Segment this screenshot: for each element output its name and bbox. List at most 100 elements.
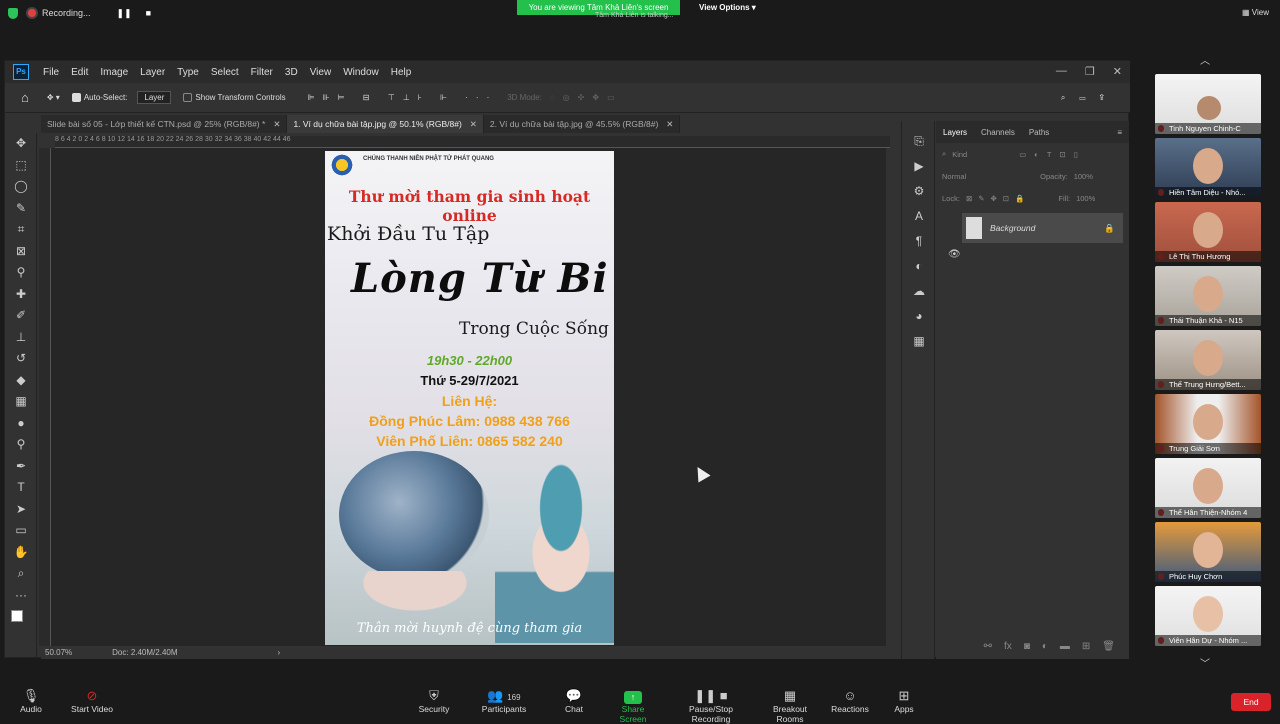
actions-panel-icon[interactable]: ▶ bbox=[902, 154, 936, 179]
start-video-button[interactable]: ⊘ Start Video bbox=[66, 688, 118, 714]
swatches-panel-icon[interactable]: ▦ bbox=[902, 329, 936, 354]
character-panel-icon[interactable]: A bbox=[902, 204, 936, 229]
participant-tile[interactable]: Hiền Tâm Diệu - Nhó... bbox=[1155, 138, 1261, 198]
transform-controls-checkbox[interactable]: Show Transform Controls bbox=[183, 93, 286, 102]
quick-select-icon[interactable]: ✎ bbox=[5, 198, 37, 220]
menu-image[interactable]: Image bbox=[94, 67, 134, 78]
lasso-tool-icon[interactable]: ◯ bbox=[5, 176, 37, 198]
security-button[interactable]: ⛨ Security bbox=[414, 688, 454, 714]
apps-button[interactable]: ⊞ Apps bbox=[892, 688, 916, 714]
menu-filter[interactable]: Filter bbox=[245, 67, 279, 78]
styles-panel-icon[interactable]: ◕ bbox=[902, 304, 936, 329]
frame-tool-icon[interactable]: ⊠ bbox=[5, 241, 37, 263]
participant-tile[interactable]: Thể Hân Thiện-Nhóm 4 bbox=[1155, 458, 1261, 518]
tab-slide[interactable]: Slide bài số 05 - Lớp thiết kế CTN.psd @… bbox=[41, 115, 288, 133]
blend-mode-dropdown[interactable]: Normal bbox=[942, 172, 966, 181]
menu-edit[interactable]: Edit bbox=[65, 67, 94, 78]
participant-tile[interactable]: Tinh Nguyen Chinh-C bbox=[1155, 74, 1261, 134]
layer-row-background[interactable]: Background 🔒 bbox=[962, 213, 1123, 243]
auto-select-checkbox[interactable]: Auto-Select: bbox=[71, 93, 127, 102]
eraser-tool-icon[interactable]: ◆ bbox=[5, 370, 37, 392]
lock-icons[interactable]: ⊠✎✥⊡🔒 bbox=[966, 194, 1030, 203]
chevron-right-icon[interactable]: › bbox=[278, 648, 281, 657]
share-screen-button[interactable]: ↑ Share Screen bbox=[608, 688, 658, 724]
participant-tile[interactable]: Trung Giải Sơn bbox=[1155, 394, 1261, 454]
healing-brush-icon[interactable]: ✚ bbox=[5, 284, 37, 306]
kind-filter[interactable]: Kind bbox=[952, 150, 967, 159]
zoom-level[interactable]: 50.07% bbox=[45, 648, 72, 657]
eye-icon[interactable]: 👁 bbox=[948, 249, 961, 260]
more-tools-icon[interactable]: ··· bbox=[5, 585, 37, 607]
audio-button[interactable]: 🎙 Audio bbox=[18, 688, 44, 714]
opacity-value[interactable]: 100% bbox=[1074, 172, 1093, 181]
folder-icon[interactable]: ▬ bbox=[1060, 641, 1070, 657]
view-options-button[interactable]: View Options ▾ bbox=[699, 3, 756, 12]
shield-icon[interactable] bbox=[8, 8, 18, 19]
maximize-icon[interactable]: ❐ bbox=[1085, 65, 1095, 78]
minimize-icon[interactable]: — bbox=[1056, 65, 1067, 78]
shape-tool-icon[interactable]: ▭ bbox=[5, 520, 37, 542]
menu-view[interactable]: View bbox=[304, 67, 338, 78]
color-swatch-icon[interactable] bbox=[5, 606, 37, 628]
filter-icons[interactable]: ▭◐T⊡▯ bbox=[1019, 150, 1086, 159]
poster-document[interactable]: CHÚNG THANH NIÊN PHẬT TỬ PHÁT QUANG Thư … bbox=[325, 151, 614, 645]
tab-vi-du-1[interactable]: 1. Ví dụ chữa bài tập.jpg @ 50.1% (RGB/8… bbox=[287, 115, 484, 133]
fx-icon[interactable]: fx bbox=[1004, 641, 1012, 657]
auto-select-dropdown[interactable]: Layer bbox=[137, 91, 172, 104]
properties-panel-icon[interactable]: ⚙ bbox=[902, 179, 936, 204]
new-layer-icon[interactable]: ⊞ bbox=[1082, 641, 1090, 657]
libraries-panel-icon[interactable]: ☁ bbox=[902, 279, 936, 304]
stop-icon[interactable]: ■ bbox=[146, 8, 151, 18]
participant-tile[interactable]: Thế Trung Hưng/Bett... bbox=[1155, 330, 1261, 390]
chevron-down-icon[interactable]: ﹀ bbox=[1200, 655, 1210, 670]
home-icon[interactable]: ⌂ bbox=[21, 90, 29, 105]
menu-select[interactable]: Select bbox=[205, 67, 245, 78]
menu-type[interactable]: Type bbox=[171, 67, 205, 78]
tab-paths[interactable]: Paths bbox=[1022, 128, 1056, 137]
blur-tool-icon[interactable]: ● bbox=[5, 413, 37, 435]
dodge-tool-icon[interactable]: ⚲ bbox=[5, 434, 37, 456]
move-tool-icon[interactable]: ✥ ▾ bbox=[47, 93, 60, 102]
participant-tile[interactable]: Thái Thuận Khả - N15 bbox=[1155, 266, 1261, 326]
breakout-rooms-button[interactable]: ▦ Breakout Rooms bbox=[760, 688, 820, 724]
adjustments-panel-icon[interactable]: ◐ bbox=[902, 254, 936, 279]
paragraph-panel-icon[interactable]: ¶ bbox=[902, 229, 936, 254]
close-tab-icon[interactable]: ✕ bbox=[666, 119, 673, 129]
participant-tile[interactable]: Phúc Huy Chơn bbox=[1155, 522, 1261, 582]
view-button[interactable]: ▦ View bbox=[1242, 8, 1269, 17]
pause-icon[interactable]: ❚❚ bbox=[117, 8, 132, 19]
close-icon[interactable]: ✕ bbox=[1113, 65, 1122, 78]
search-workspace-icons[interactable]: ⌕▭⇪ bbox=[1061, 93, 1118, 103]
tab-layers[interactable]: Layers bbox=[936, 128, 974, 137]
panel-menu-icon[interactable]: ≡ bbox=[1110, 128, 1129, 137]
hand-tool-icon[interactable]: ✋ bbox=[5, 542, 37, 564]
pen-tool-icon[interactable]: ✒ bbox=[5, 456, 37, 478]
move-tool-icon[interactable]: ✥ bbox=[5, 133, 37, 155]
zoom-tool-icon[interactable]: ⌕ bbox=[5, 563, 37, 585]
menu-file[interactable]: File bbox=[37, 67, 65, 78]
type-tool-icon[interactable]: T bbox=[5, 477, 37, 499]
history-brush-icon[interactable]: ↺ bbox=[5, 348, 37, 370]
align-icons[interactable]: ⊫⊪⊨ ⊟ ⊤⊥⊦ ⊩ ··· bbox=[308, 93, 498, 102]
trash-icon[interactable]: 🗑 bbox=[1102, 641, 1115, 657]
path-select-icon[interactable]: ➤ bbox=[5, 499, 37, 521]
tab-vi-du-2[interactable]: 2. Ví dụ chữa bài tập.jpg @ 45.5% (RGB/8… bbox=[483, 115, 681, 133]
menu-layer[interactable]: Layer bbox=[134, 67, 171, 78]
end-button[interactable]: End bbox=[1231, 693, 1271, 711]
crop-tool-icon[interactable]: ⌗ bbox=[5, 219, 37, 241]
close-tab-icon[interactable]: ✕ bbox=[470, 119, 477, 129]
eyedropper-icon[interactable]: ⚲ bbox=[5, 262, 37, 284]
tab-channels[interactable]: Channels bbox=[974, 128, 1022, 137]
fill-value[interactable]: 100% bbox=[1076, 194, 1095, 203]
stamp-tool-icon[interactable]: ⊥ bbox=[5, 327, 37, 349]
adjustment-icon[interactable]: ◐ bbox=[1042, 641, 1048, 657]
participant-tile[interactable]: Lê Thị Thu Hương bbox=[1155, 202, 1261, 262]
participant-tile[interactable]: Viên Hân Dự - Nhóm ... bbox=[1155, 586, 1261, 646]
menu-window[interactable]: Window bbox=[337, 67, 385, 78]
link-icon[interactable]: ⚯ bbox=[984, 641, 992, 657]
participants-button[interactable]: 👥 169 Participants bbox=[480, 688, 528, 714]
brush-tool-icon[interactable]: ✐ bbox=[5, 305, 37, 327]
reactions-button[interactable]: ☺ Reactions bbox=[830, 688, 870, 714]
mask-icon[interactable]: ◙ bbox=[1024, 641, 1030, 657]
marquee-tool-icon[interactable]: ⬚ bbox=[5, 155, 37, 177]
